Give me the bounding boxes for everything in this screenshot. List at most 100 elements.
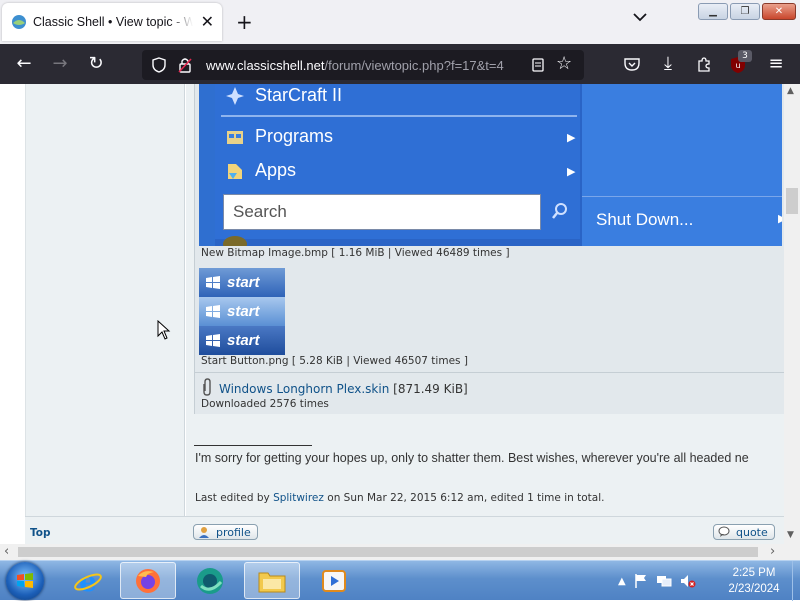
edit-notice: Last edited by Splitwirez on Sun Mar 22,… bbox=[195, 492, 605, 504]
clock-date: 2/23/2024 bbox=[728, 583, 780, 595]
taskbar-app-edge-like[interactable] bbox=[182, 562, 238, 599]
start-menu-item-programs: Programs bbox=[225, 126, 333, 147]
file-attachment: Windows Longhorn Plex.skin [871.49 KiB] … bbox=[195, 372, 784, 414]
vertical-scroll-thumb[interactable] bbox=[786, 188, 798, 214]
quote-button[interactable]: quote bbox=[713, 524, 775, 540]
download-count: Downloaded 2576 times bbox=[201, 398, 329, 410]
start-menu-right-panel: Shut Down... ▶ bbox=[582, 84, 782, 246]
url-bar[interactable]: www.classicshell.net/forum/viewtopic.php… bbox=[142, 50, 584, 80]
start-button-state-normal: start bbox=[199, 268, 285, 297]
scroll-right-icon[interactable]: › bbox=[770, 544, 775, 559]
mouse-cursor-icon bbox=[157, 320, 171, 340]
starcraft-icon bbox=[226, 86, 244, 105]
attachment-caption-start-button: Start Button.png [ 5.28 KiB | Viewed 465… bbox=[201, 355, 468, 367]
start-button-image[interactable]: start start start bbox=[199, 268, 285, 355]
browser-tab-active[interactable]: Classic Shell • View topic - Windows Lon… bbox=[2, 3, 222, 41]
user-picture-icon bbox=[223, 236, 247, 246]
horizontal-scrollbar[interactable]: ‹ › bbox=[0, 544, 784, 560]
post-author-column bbox=[25, 84, 185, 544]
horizontal-scroll-thumb[interactable] bbox=[18, 547, 758, 557]
profile-button[interactable]: profile bbox=[193, 524, 258, 540]
shield-icon[interactable] bbox=[152, 57, 166, 73]
browser-app-icon bbox=[197, 567, 223, 594]
reader-view-icon[interactable] bbox=[532, 58, 544, 72]
url-text: www.classicshell.net/forum/viewtopic.php… bbox=[206, 57, 504, 73]
scrollbar-corner bbox=[784, 544, 800, 560]
start-menu-left-panel: StarCraft II Programs ▶ Apps ▶ Search bbox=[215, 84, 585, 246]
quote-bubble-icon bbox=[718, 526, 730, 537]
media-player-icon bbox=[322, 569, 346, 592]
taskbar-internet-explorer[interactable]: e bbox=[60, 562, 116, 599]
pocket-icon[interactable] bbox=[624, 57, 640, 71]
paperclip-icon bbox=[203, 378, 211, 396]
attachments-box: StarCraft II Programs ▶ Apps ▶ Search Sh… bbox=[194, 84, 784, 414]
search-magnifier-icon bbox=[552, 203, 567, 219]
show-desktop-button[interactable] bbox=[792, 561, 800, 601]
back-icon[interactable]: ← bbox=[14, 54, 34, 74]
taskbar-clock[interactable]: 2:25 PM 2/23/2024 bbox=[718, 565, 790, 597]
extensions-puzzle-icon[interactable] bbox=[696, 56, 712, 72]
start-button-state-pressed: start bbox=[199, 326, 285, 355]
apps-icon bbox=[228, 163, 242, 179]
profile-user-icon bbox=[199, 527, 209, 538]
network-icon[interactable] bbox=[656, 573, 672, 589]
tab-strip: Classic Shell • View topic - Windows Lon… bbox=[0, 0, 800, 44]
taskbar-firefox[interactable] bbox=[120, 562, 176, 599]
firefox-icon bbox=[136, 568, 160, 593]
start-button-state-hover: start bbox=[199, 297, 285, 326]
attachment-caption-bitmap: New Bitmap Image.bmp [ 1.16 MiB | Viewed… bbox=[201, 247, 510, 259]
volume-muted-icon[interactable] bbox=[680, 573, 696, 589]
navigation-toolbar: ← → ↻ www.classicshell.net/forum/viewtop… bbox=[0, 44, 800, 84]
start-menu-search-box: Search bbox=[223, 194, 541, 230]
restore-button[interactable]: ❐ bbox=[730, 3, 760, 20]
programs-arrow-icon: ▶ bbox=[567, 131, 576, 144]
forum-page: StarCraft II Programs ▶ Apps ▶ Search Sh… bbox=[0, 84, 784, 544]
scroll-down-icon[interactable]: ▼ bbox=[787, 530, 794, 540]
internet-explorer-icon: e bbox=[74, 566, 102, 596]
scroll-up-icon[interactable]: ▲ bbox=[787, 86, 794, 96]
svg-text:u: u bbox=[735, 61, 740, 70]
forward-icon[interactable]: → bbox=[50, 54, 70, 74]
downloads-icon[interactable]: ⤓ bbox=[658, 54, 678, 74]
app-menu-icon[interactable]: ≡ bbox=[766, 54, 786, 74]
taskbar-media-player[interactable] bbox=[306, 562, 362, 599]
extension-badge: 3 bbox=[738, 50, 752, 62]
tab-close-icon[interactable]: ✕ bbox=[201, 12, 214, 31]
classic-shell-favicon-icon bbox=[12, 15, 26, 29]
programs-icon bbox=[227, 130, 243, 144]
apps-arrow-icon: ▶ bbox=[567, 165, 576, 178]
windows-flag-icon bbox=[206, 333, 220, 347]
post-body-column: StarCraft II Programs ▶ Apps ▶ Search Sh… bbox=[186, 84, 784, 544]
file-download-link[interactable]: Windows Longhorn Plex.skin [871.49 KiB] bbox=[219, 382, 468, 396]
folder-icon bbox=[258, 572, 286, 592]
start-menu-item-apps: Apps bbox=[225, 160, 296, 181]
list-all-tabs-icon[interactable] bbox=[633, 12, 647, 22]
signature-divider bbox=[194, 445, 312, 446]
shutdown-label: Shut Down... bbox=[596, 210, 694, 229]
start-menu-screenshot[interactable]: StarCraft II Programs ▶ Apps ▶ Search Sh… bbox=[199, 84, 782, 246]
new-tab-icon[interactable]: + bbox=[236, 10, 253, 34]
show-hidden-icons-icon[interactable]: ▲ bbox=[618, 576, 626, 587]
close-window-button[interactable]: ✕ bbox=[762, 3, 796, 20]
bookmark-star-icon[interactable]: ☆ bbox=[556, 53, 572, 74]
window-controls: ▁ ❐ ✕ bbox=[698, 3, 796, 20]
start-menu-item-starcraft: StarCraft II bbox=[225, 85, 342, 106]
reload-icon[interactable]: ↻ bbox=[86, 54, 106, 74]
taskbar-file-explorer[interactable] bbox=[244, 562, 300, 599]
post-footer-row: Top profile quote bbox=[25, 516, 784, 544]
scroll-left-icon[interactable]: ‹ bbox=[4, 544, 9, 559]
windows-flag-icon bbox=[206, 304, 220, 318]
edited-by-user-link[interactable]: Splitwirez bbox=[273, 492, 324, 504]
top-link[interactable]: Top bbox=[30, 527, 51, 539]
clock-time: 2:25 PM bbox=[732, 567, 776, 579]
minimize-button[interactable]: ▁ bbox=[698, 3, 728, 20]
start-menu-separator bbox=[221, 115, 577, 117]
windows-taskbar: e ▲ 2:25 PM 2/23/2024 bbox=[0, 560, 800, 601]
action-center-flag-icon[interactable] bbox=[634, 573, 648, 589]
start-menu-right-divider bbox=[582, 196, 782, 197]
system-tray: ▲ bbox=[618, 561, 696, 601]
lock-warning-icon[interactable] bbox=[178, 57, 192, 73]
start-orb-button[interactable] bbox=[6, 562, 44, 600]
shutdown-arrow-icon: ▶ bbox=[778, 212, 782, 225]
vertical-scrollbar[interactable]: ▲ ▼ bbox=[784, 84, 800, 544]
